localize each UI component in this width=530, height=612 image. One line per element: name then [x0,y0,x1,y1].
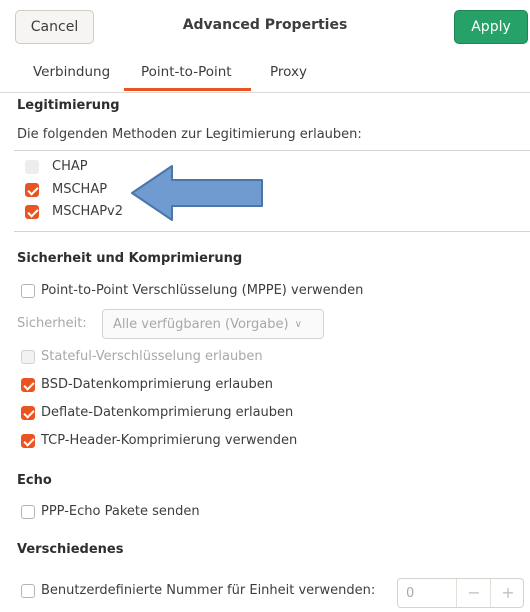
deflate-label: Deflate-Datenkomprimierung erlauben [41,405,294,420]
tab-bar: Verbindung Point-to-Point Proxy [0,52,530,93]
unit-number-label: Benutzerdefinierte Nummer für Einheit ve… [41,583,376,598]
tcp-header-label: TCP-Header-Komprimierung verwenden [41,433,298,448]
tab-proxy[interactable]: Proxy [270,64,307,80]
stateful-label: Stateful-Verschlüsselung erlauben [41,349,263,364]
unit-number-spinbutton: 0 − + [397,578,524,608]
auth-description: Die folgenden Methoden zur Legitimierung… [17,127,362,142]
sicherheit-select-value: Alle verfügbaren (Vorgabe) [113,316,289,332]
security-heading: Sicherheit und Komprimierung [17,251,243,266]
mppe-label: Point-to-Point Verschlüsselung (MPPE) ve… [41,283,364,298]
arrow-left-icon [131,165,263,221]
mschapv2-label: MSCHAPv2 [52,204,124,219]
auth-heading: Legitimierung [17,98,120,113]
sicherheit-label: Sicherheit: [17,316,87,331]
echo-heading: Echo [17,473,52,488]
chap-label: CHAP [52,159,88,174]
mschap-label: MSCHAP [52,182,108,197]
header-bar: Cancel Advanced Properties Apply [0,0,530,52]
active-tab-indicator [124,88,251,91]
mppe-checkbox[interactable] [21,284,35,298]
mschapv2-checkbox[interactable] [25,205,39,219]
unit-number-value[interactable]: 0 [406,586,414,601]
sicherheit-select[interactable]: Alle verfügbaren (Vorgabe) ∨ [102,309,324,339]
minus-icon[interactable]: − [456,579,491,607]
chevron-down-icon: ∨ [294,318,302,330]
ppp-echo-label: PPP-Echo Pakete senden [41,504,200,519]
chap-checkbox[interactable] [25,160,39,174]
dialog-title: Advanced Properties [182,17,348,33]
tab-point-to-point[interactable]: Point-to-Point [141,64,232,80]
deflate-checkbox[interactable] [21,406,35,420]
tab-verbindung[interactable]: Verbindung [33,64,110,80]
apply-button[interactable]: Apply [454,10,528,44]
ppp-echo-checkbox[interactable] [21,505,35,519]
bsd-checkbox[interactable] [21,378,35,392]
bsd-label: BSD-Datenkomprimierung erlauben [41,377,273,392]
unit-number-checkbox[interactable] [21,584,35,598]
misc-heading: Verschiedenes [17,542,124,557]
mschap-checkbox[interactable] [25,183,39,197]
tcp-header-checkbox[interactable] [21,434,35,448]
plus-icon[interactable]: + [490,579,525,607]
stateful-checkbox[interactable] [21,350,35,364]
